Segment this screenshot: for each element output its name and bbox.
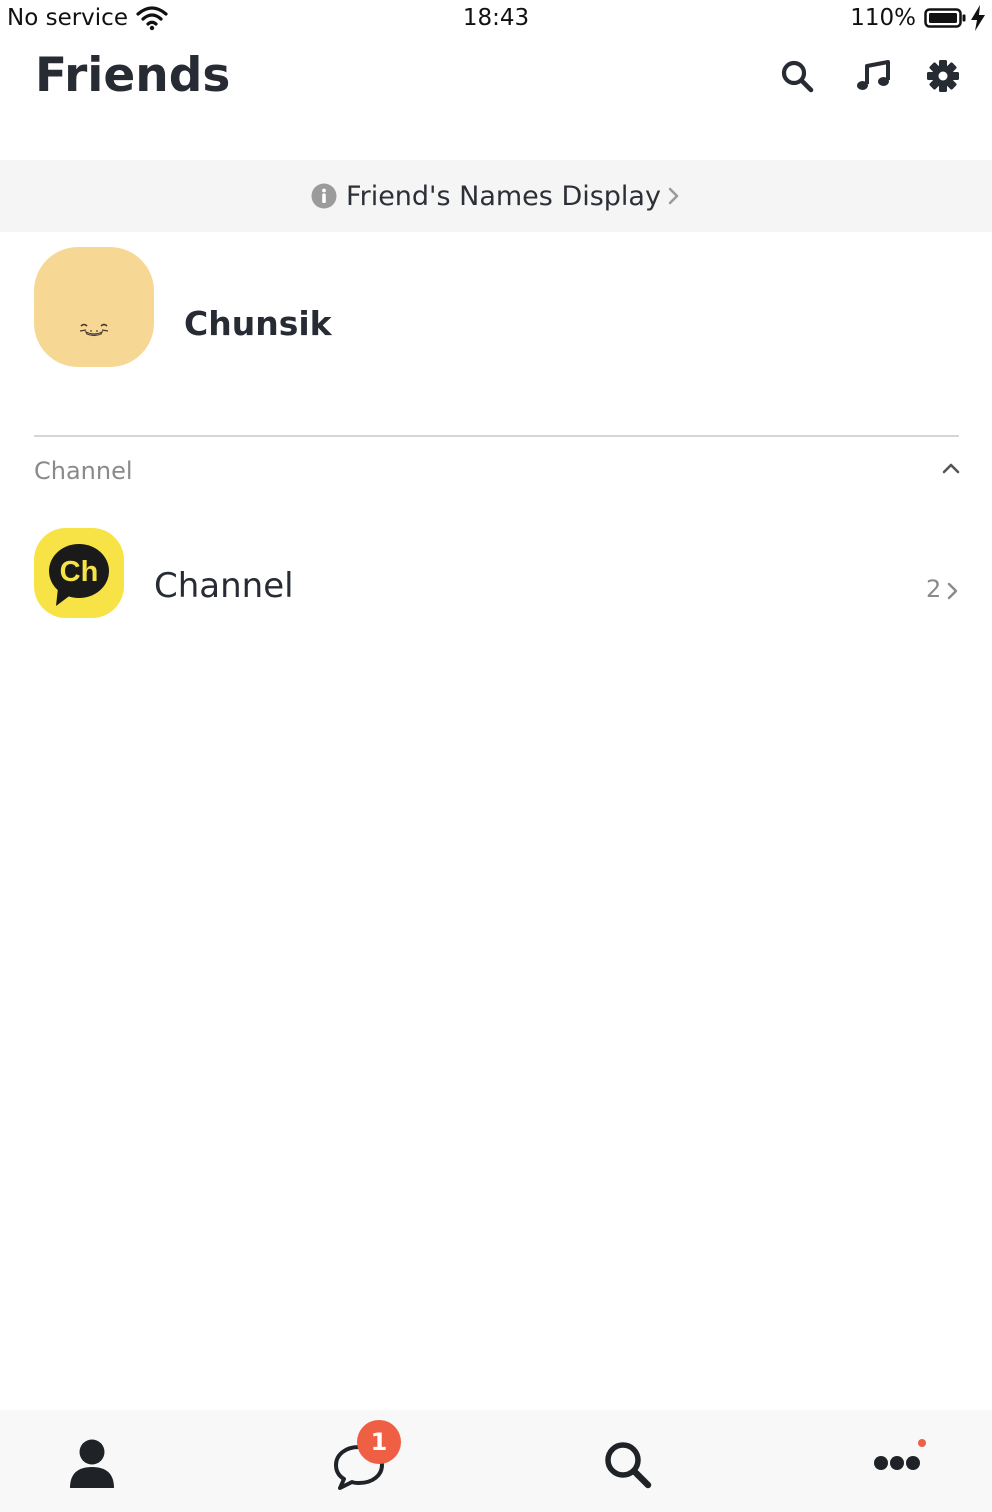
chevron-up-icon[interactable] (940, 460, 962, 476)
banner-content: Friend's Names Display (0, 160, 992, 232)
search-icon (605, 1442, 652, 1489)
chevron-right-icon (947, 582, 958, 600)
channel-section-header[interactable]: Channel (0, 445, 992, 501)
gear-icon[interactable] (925, 58, 961, 94)
profile-name: Chunsik (184, 304, 332, 343)
page-title: Friends (35, 48, 231, 103)
channel-name: Channel (154, 566, 294, 606)
info-icon (311, 183, 337, 209)
chevron-right-icon (668, 187, 679, 205)
person-icon (70, 1439, 114, 1488)
channel-item[interactable]: Ch Channel 2 (0, 520, 992, 630)
unread-badge: 1 (357, 1420, 401, 1464)
chunsik-face-icon (79, 323, 109, 337)
my-profile-row[interactable]: Chunsik (0, 232, 992, 392)
status-bar: No service 18:43 110% (0, 0, 992, 40)
names-display-banner[interactable]: Friend's Names Display (0, 160, 992, 232)
clock: 18:43 (462, 5, 530, 31)
channel-speech-bubble-icon: Ch (49, 544, 109, 606)
battery-percent: 110% (850, 5, 916, 31)
more-dots-icon (874, 1456, 920, 1470)
banner-label: Friend's Names Display (346, 180, 661, 212)
channel-avatar-label: Ch (60, 556, 99, 588)
channel-count: 2 (926, 575, 942, 603)
battery-icon (924, 8, 966, 28)
new-indicator-dot (918, 1439, 926, 1447)
channel-avatar: Ch (34, 528, 124, 618)
friends-screen: No service 18:43 110% Friends Friend's N… (0, 0, 992, 1512)
section-divider (34, 435, 959, 437)
tab-bar: 1 (0, 1410, 992, 1512)
profile-avatar (34, 247, 154, 367)
tab-chats[interactable]: 1 (298, 1410, 418, 1512)
search-icon[interactable] (779, 58, 815, 94)
section-title: Channel (34, 457, 133, 485)
tab-friends[interactable] (32, 1410, 152, 1512)
charging-bolt-icon (971, 5, 985, 31)
music-note-icon[interactable] (855, 58, 891, 94)
tab-more[interactable] (838, 1410, 958, 1512)
tab-search[interactable] (568, 1410, 688, 1512)
